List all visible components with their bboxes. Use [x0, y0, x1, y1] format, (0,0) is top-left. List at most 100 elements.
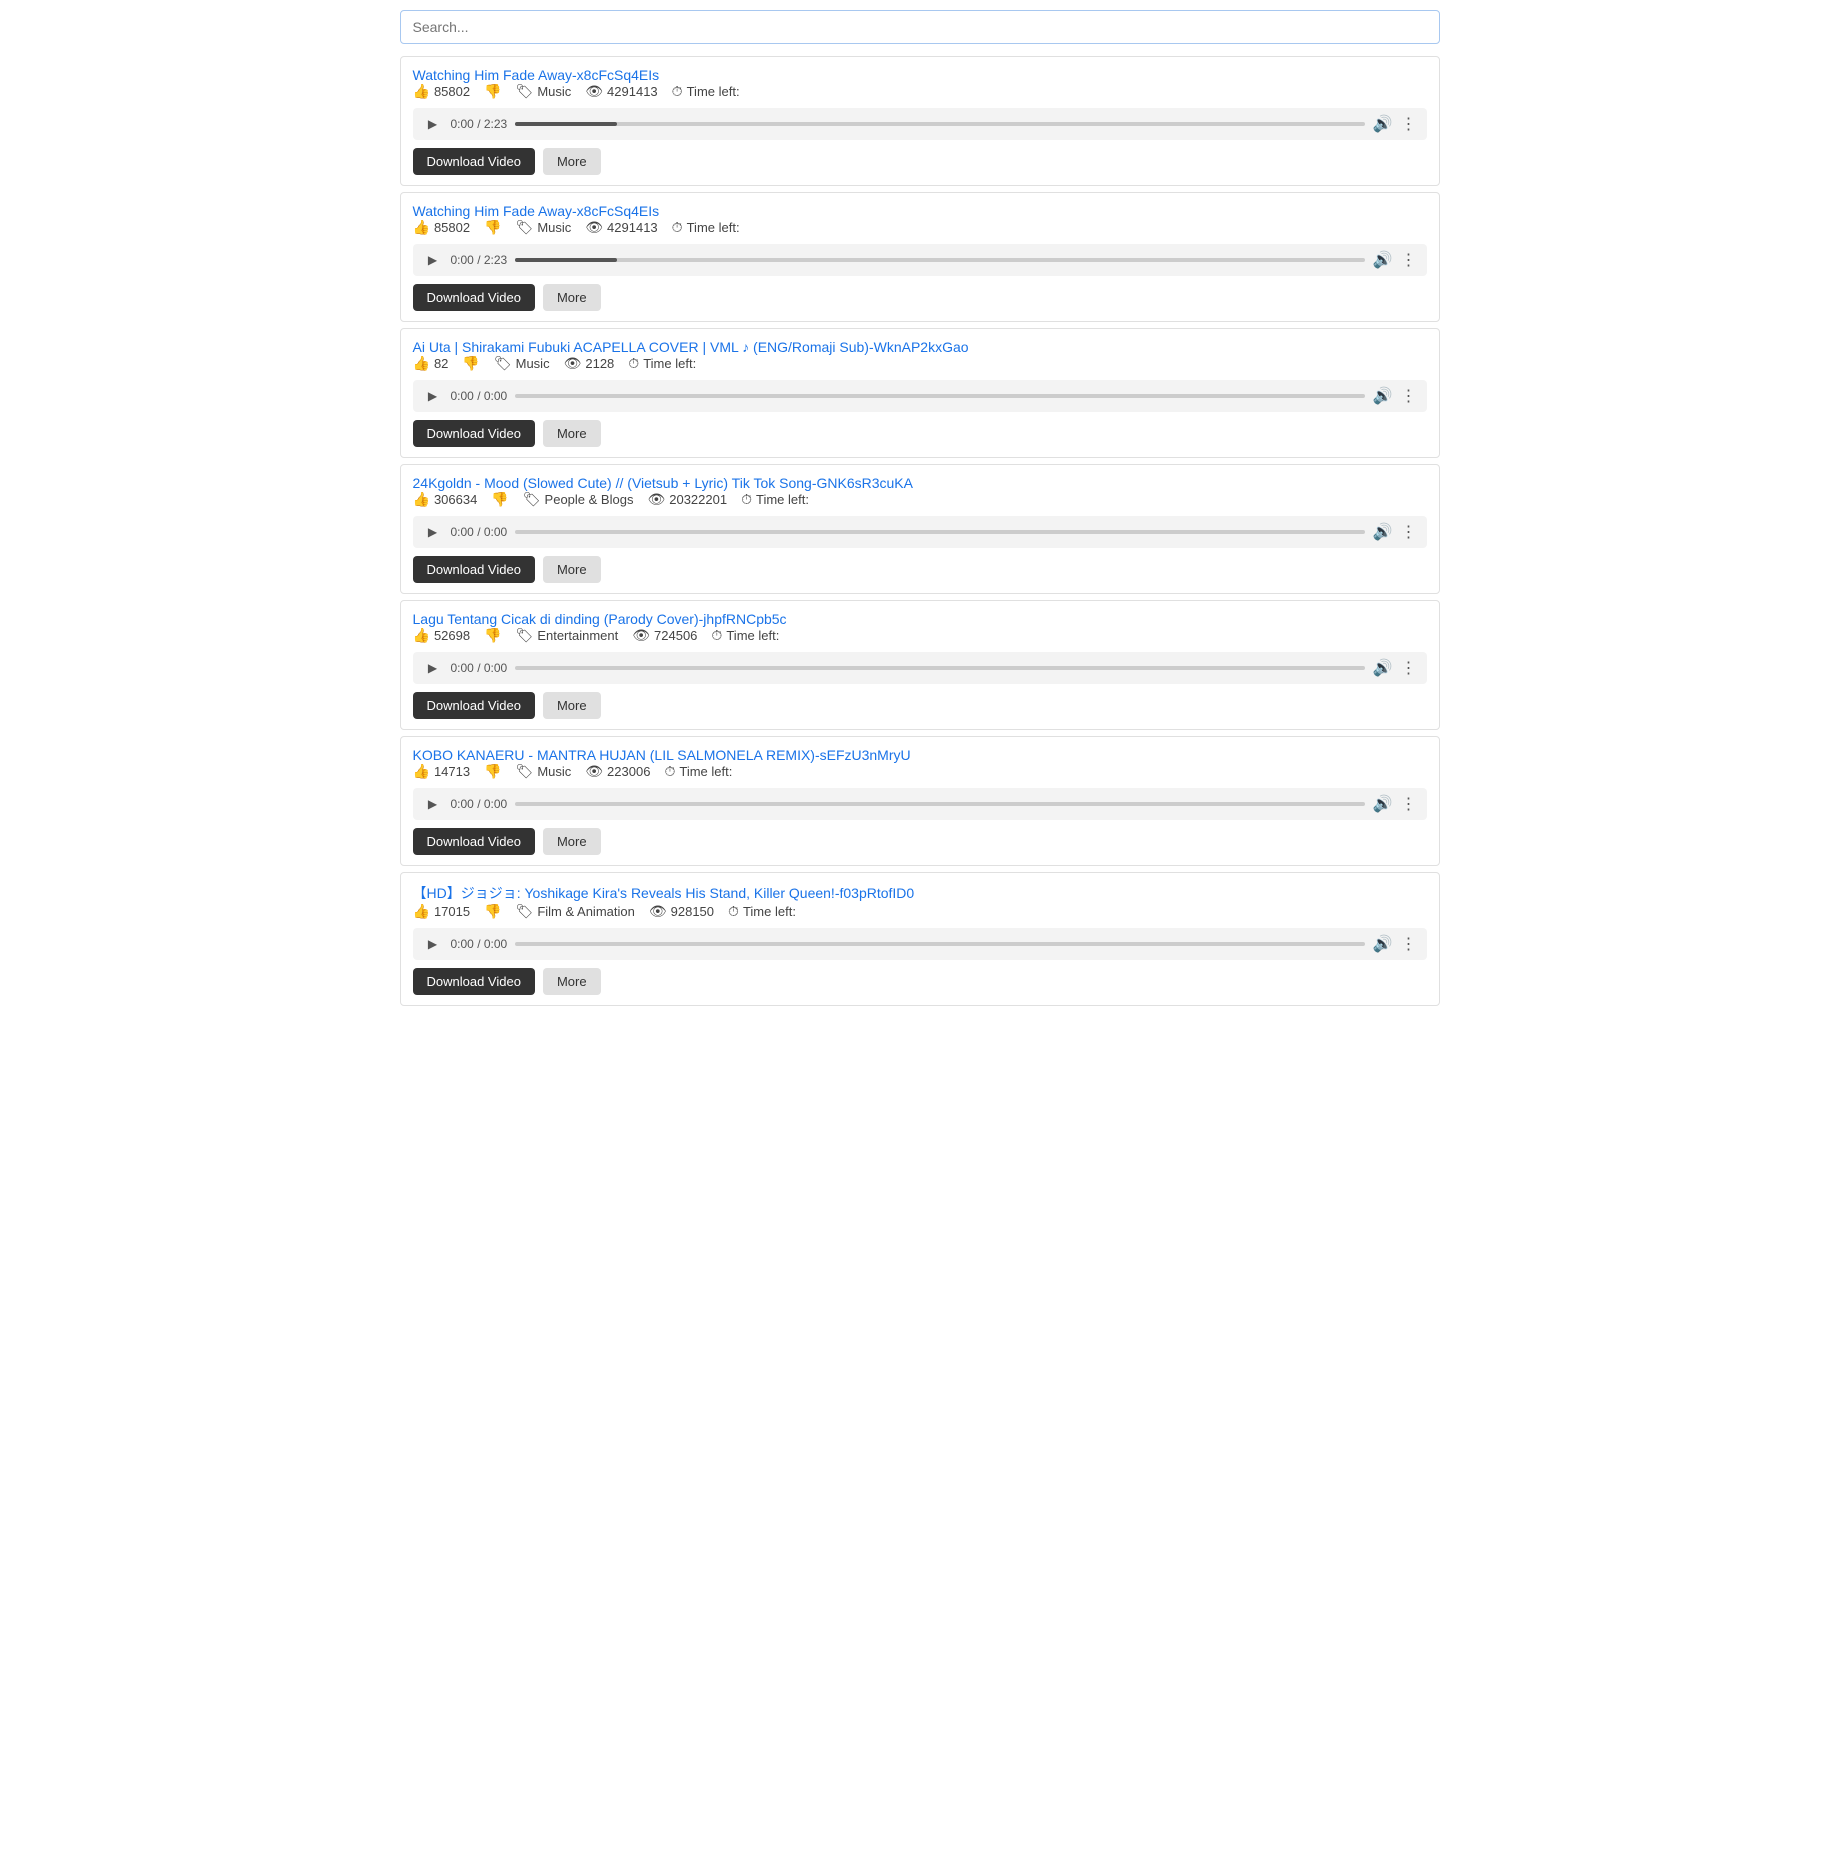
- eye-icon: 👁: [564, 355, 582, 372]
- video-item: Lagu Tentang Cicak di dinding (Parody Co…: [400, 600, 1440, 730]
- more-vert-icon-v7[interactable]: ⋮: [1401, 934, 1417, 954]
- more-button-v3[interactable]: More: [543, 420, 601, 447]
- more-vert-icon-v2[interactable]: ⋮: [1401, 250, 1417, 270]
- volume-icon-v5[interactable]: 🔊: [1373, 658, 1393, 678]
- timeleft-label: Time left:: [687, 220, 740, 235]
- views-count: 928150: [671, 904, 714, 919]
- video-title-v2[interactable]: Watching Him Fade Away-x8cFcSq4EIs: [413, 203, 660, 219]
- play-button-v6[interactable]: ▶: [423, 794, 443, 814]
- action-row-v3: Download Video More: [413, 420, 1427, 447]
- views-v1: 👁 4291413: [585, 83, 657, 100]
- download-button-v4[interactable]: Download Video: [413, 556, 535, 583]
- volume-icon-v1[interactable]: 🔊: [1373, 114, 1393, 134]
- search-input[interactable]: [400, 10, 1440, 44]
- likes-v7: 👍 17015: [413, 903, 471, 920]
- likes-v2: 👍 85802: [413, 219, 471, 236]
- action-row-v5: Download Video More: [413, 692, 1427, 719]
- video-title-v4[interactable]: 24Kgoldn - Mood (Slowed Cute) // (Vietsu…: [413, 475, 913, 491]
- play-button-v3[interactable]: ▶: [423, 386, 443, 406]
- video-title-v6[interactable]: KOBO KANAERU - MANTRA HUJAN (LIL SALMONE…: [413, 747, 911, 763]
- player-row-v5: ▶ 0:00 / 0:00 🔊 ⋮: [413, 652, 1427, 684]
- player-row-v4: ▶ 0:00 / 0:00 🔊 ⋮: [413, 516, 1427, 548]
- category-label: Music: [537, 84, 571, 99]
- play-button-v2[interactable]: ▶: [423, 250, 443, 270]
- download-button-v5[interactable]: Download Video: [413, 692, 535, 719]
- video-title-v7[interactable]: 【HD】ジョジョ: Yoshikage Kira's Reveals His S…: [413, 885, 915, 901]
- video-meta-v3: 👍 82 👎 🏷 Music 👁 2128 ⏱ Time left:: [413, 355, 1427, 372]
- like-icon: 👍: [413, 491, 430, 508]
- progress-fill-v1: [515, 122, 617, 126]
- timeleft-label: Time left:: [643, 356, 696, 371]
- category-label: People & Blogs: [545, 492, 634, 507]
- likes-v4: 👍 306634: [413, 491, 478, 508]
- views-count: 724506: [654, 628, 697, 643]
- video-title-v5[interactable]: Lagu Tentang Cicak di dinding (Parody Co…: [413, 611, 787, 627]
- like-icon: 👍: [413, 763, 430, 780]
- progress-bar-v1[interactable]: [515, 122, 1364, 126]
- download-button-v2[interactable]: Download Video: [413, 284, 535, 311]
- volume-icon-v4[interactable]: 🔊: [1373, 522, 1393, 542]
- download-button-v6[interactable]: Download Video: [413, 828, 535, 855]
- views-v7: 👁 928150: [649, 903, 714, 920]
- download-button-v3[interactable]: Download Video: [413, 420, 535, 447]
- likes-count: 14713: [434, 764, 470, 779]
- likes-v1: 👍 85802: [413, 83, 471, 100]
- dislike-icon: 👎: [462, 355, 479, 372]
- video-meta-v2: 👍 85802 👎 🏷 Music 👁 4291413 ⏱ Time left:: [413, 219, 1427, 236]
- volume-icon-v2[interactable]: 🔊: [1373, 250, 1393, 270]
- timeleft-v1: ⏱ Time left:: [672, 83, 740, 100]
- more-button-v5[interactable]: More: [543, 692, 601, 719]
- timeleft-v2: ⏱ Time left:: [672, 219, 740, 236]
- progress-bar-v5[interactable]: [515, 666, 1364, 670]
- video-title-v1[interactable]: Watching Him Fade Away-x8cFcSq4EIs: [413, 67, 660, 83]
- more-button-v1[interactable]: More: [543, 148, 601, 175]
- play-button-v5[interactable]: ▶: [423, 658, 443, 678]
- main-container: Watching Him Fade Away-x8cFcSq4EIs 👍 858…: [390, 0, 1450, 1022]
- volume-icon-v3[interactable]: 🔊: [1373, 386, 1393, 406]
- progress-bar-v6[interactable]: [515, 802, 1364, 806]
- progress-bar-v7[interactable]: [515, 942, 1364, 946]
- more-vert-icon-v6[interactable]: ⋮: [1401, 794, 1417, 814]
- action-row-v2: Download Video More: [413, 284, 1427, 311]
- volume-icon-v7[interactable]: 🔊: [1373, 934, 1393, 954]
- progress-bar-v2[interactable]: [515, 258, 1364, 262]
- more-button-v4[interactable]: More: [543, 556, 601, 583]
- clock-icon: ⏱: [741, 491, 752, 508]
- more-vert-icon-v5[interactable]: ⋮: [1401, 658, 1417, 678]
- progress-fill-v2: [515, 258, 617, 262]
- category-label: Film & Animation: [537, 904, 635, 919]
- dislike-v5: 👎: [484, 627, 501, 644]
- category-label: Music: [516, 356, 550, 371]
- player-row-v1: ▶ 0:00 / 2:23 🔊 ⋮: [413, 108, 1427, 140]
- more-vert-icon-v4[interactable]: ⋮: [1401, 522, 1417, 542]
- play-button-v1[interactable]: ▶: [423, 114, 443, 134]
- views-v4: 👁 20322201: [647, 491, 727, 508]
- more-vert-icon-v3[interactable]: ⋮: [1401, 386, 1417, 406]
- clock-icon: ⏱: [672, 83, 683, 100]
- views-count: 4291413: [607, 84, 658, 99]
- progress-bar-v4[interactable]: [515, 530, 1364, 534]
- views-count: 4291413: [607, 220, 658, 235]
- download-button-v1[interactable]: Download Video: [413, 148, 535, 175]
- more-button-v6[interactable]: More: [543, 828, 601, 855]
- like-icon: 👍: [413, 219, 430, 236]
- timeleft-label: Time left:: [743, 904, 796, 919]
- views-v5: 👁 724506: [632, 627, 697, 644]
- progress-bar-v3[interactable]: [515, 394, 1364, 398]
- clock-icon: ⏱: [711, 627, 722, 644]
- video-title-v3[interactable]: Ai Uta | Shirakami Fubuki ACAPELLA COVER…: [413, 339, 969, 355]
- dislike-icon: 👎: [484, 903, 501, 920]
- download-button-v7[interactable]: Download Video: [413, 968, 535, 995]
- more-button-v2[interactable]: More: [543, 284, 601, 311]
- more-button-v7[interactable]: More: [543, 968, 601, 995]
- play-button-v7[interactable]: ▶: [423, 934, 443, 954]
- video-meta-v5: 👍 52698 👎 🏷 Entertainment 👁 724506 ⏱ Tim…: [413, 627, 1427, 644]
- category-v3: 🏷 Music: [494, 355, 550, 372]
- play-button-v4[interactable]: ▶: [423, 522, 443, 542]
- more-vert-icon-v1[interactable]: ⋮: [1401, 114, 1417, 134]
- tag-icon: 🏷: [516, 83, 534, 100]
- category-v7: 🏷 Film & Animation: [516, 903, 635, 920]
- video-item: Watching Him Fade Away-x8cFcSq4EIs 👍 858…: [400, 192, 1440, 322]
- volume-icon-v6[interactable]: 🔊: [1373, 794, 1393, 814]
- video-item: Watching Him Fade Away-x8cFcSq4EIs 👍 858…: [400, 56, 1440, 186]
